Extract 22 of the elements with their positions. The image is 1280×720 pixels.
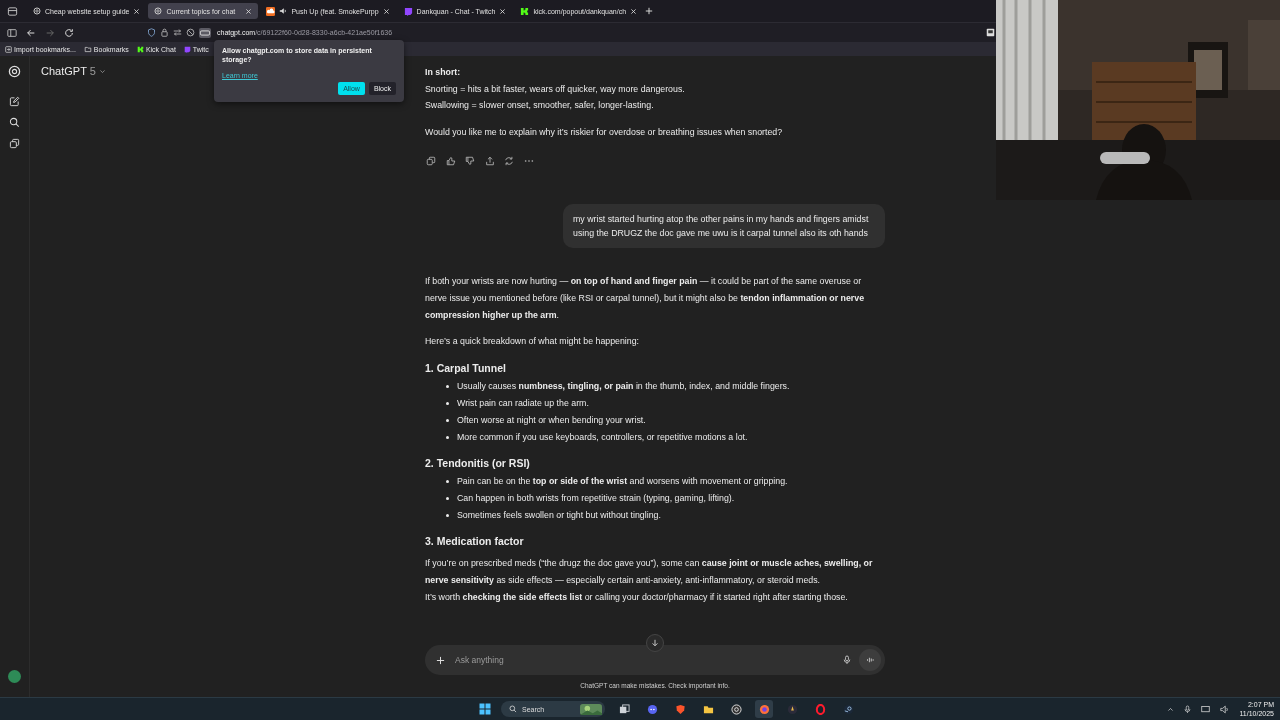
bullet-text: Sometimes feels swollen or tight but without tingling.	[457, 509, 661, 522]
model-selector[interactable]: ChatGPT 5	[41, 65, 106, 77]
bullet-text: Often worse at night or when bending your wrist.	[457, 414, 646, 427]
section-heading: 3. Medication factor	[425, 534, 525, 549]
answer-paragraph: Here’s a quick breakdown of what might be happening:	[425, 335, 641, 348]
bullet-text: Wrist pain can radiate up the arm.	[457, 397, 589, 410]
answer-text: Would you like me to explain why it’s riskier for overdose or breathing issues when snorted?	[425, 125, 784, 139]
bullet-text: Can happen in both wrists from repetitive strain (typing, gaming, lifting).	[457, 492, 735, 505]
bullet-text: Pain can be on the top or side of the wrist and worsens with movement or gripping.	[457, 475, 788, 488]
bullet-text: Usually causes numbness, tingling, or pain in the thumb, index, and middle fingers.	[457, 380, 790, 393]
message-field[interactable]: Ask anything	[425, 645, 885, 675]
section-heading: 1. Carpal Tunnel	[425, 361, 507, 376]
answer-paragraph: If both your wrists are now hurting — on top of hand and finger pain — it could be part of the same overuse or nerve issue you mentioned before (like RSI or carpal tunnel), but it might also be tendon inflammation or nerve compression higher up the arm.	[425, 275, 866, 322]
answer-paragraph: If you’re on prescribed meds (“the drugz the doc gave you”), some can cause joint or muscle aches, swelling, or nerve sensitivity as side effects — especially certain anti-anxiety, anti-inflammatory, or steroid meds.	[425, 557, 874, 587]
bullet-text: More common if you use keyboards, controllers, or repetitive motions a lot.	[457, 431, 748, 444]
answer-text: Snorting = hits a bit faster, wears off quicker, way more dangerous.	[425, 82, 686, 96]
answer-text: Swallowing = slower onset, smoother, safer, longer-lasting.	[425, 99, 655, 112]
message-input[interactable]: Ask anything	[453, 654, 835, 666]
user-message: my wrist started hurting atop the other pains in my hands and fingers amidst using the DRUGZ the doc gave me uwu is it carpal tunnel also its oth hands	[563, 204, 885, 248]
answer-heading: In short:	[425, 66, 462, 79]
section-heading: 2. Tendonitis (or RSI)	[425, 456, 531, 471]
answer-paragraph: It’s worth checking the side effects list or calling your doctor/pharmacy if it started right after starting those.	[425, 591, 849, 604]
